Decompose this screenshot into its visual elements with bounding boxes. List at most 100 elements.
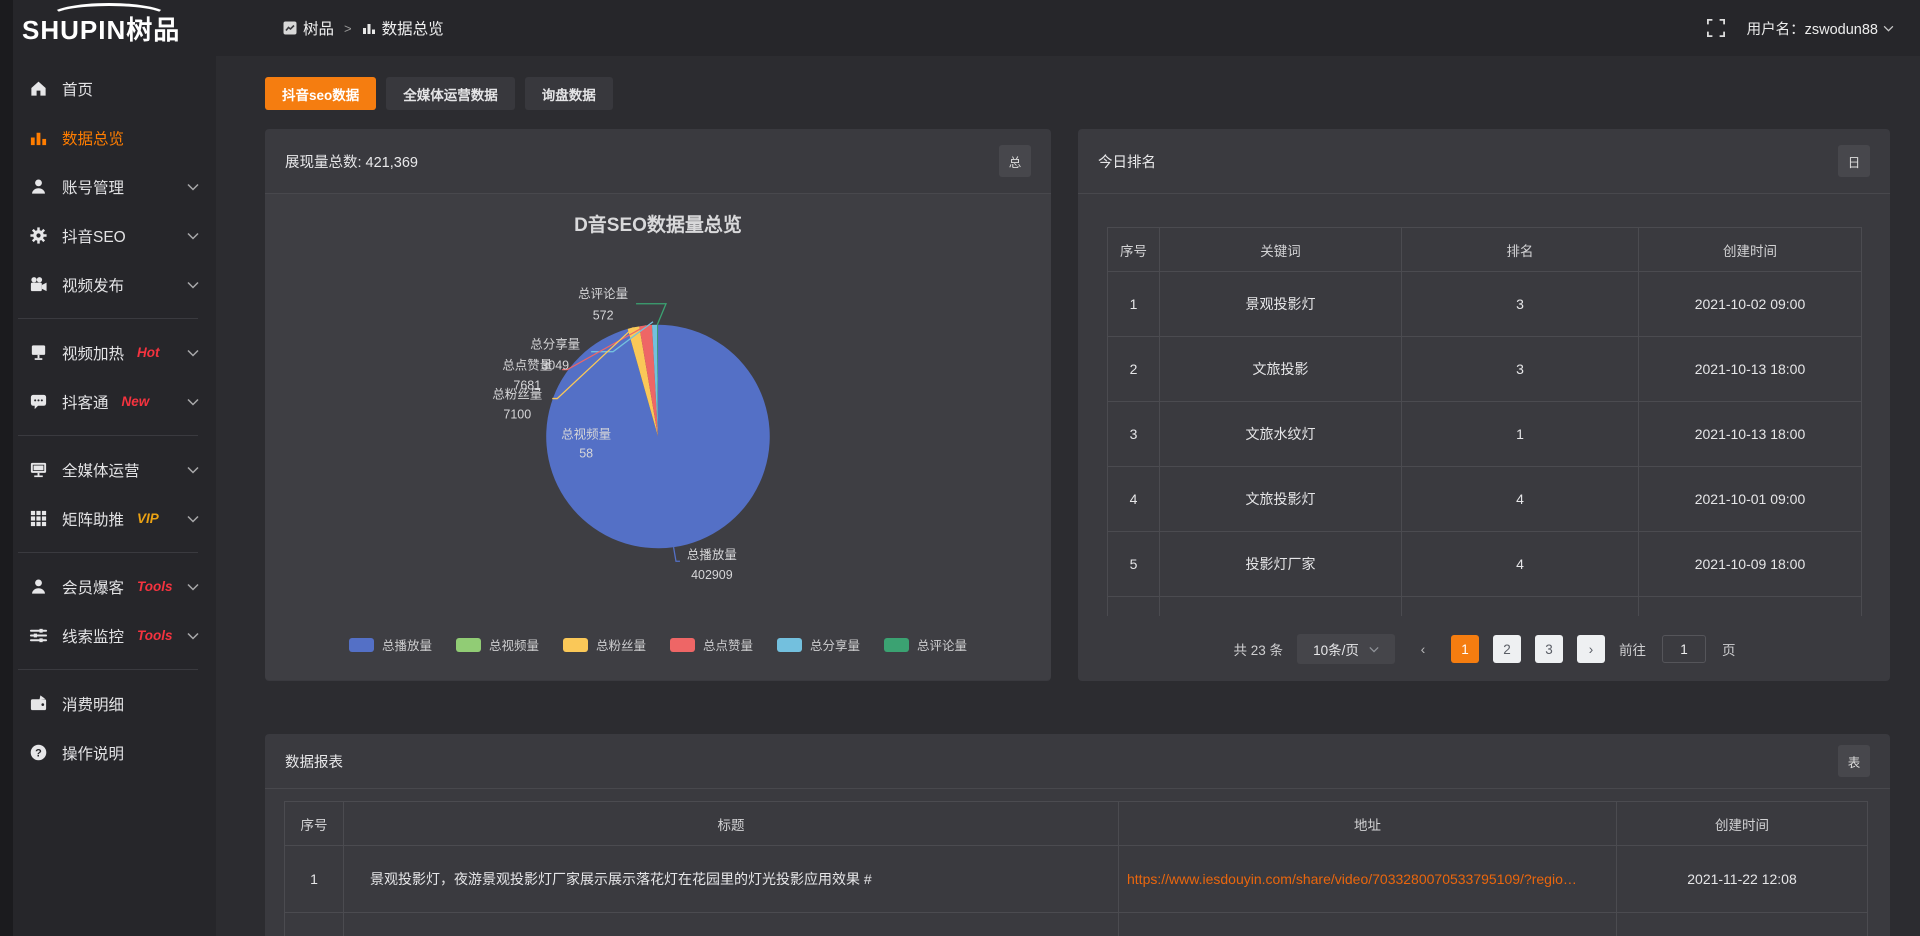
tools-badge: Tools [137,579,173,594]
pie-label-shares: 总分享量 [530,337,580,352]
next-page-button[interactable]: › [1577,635,1605,663]
sidebar-item-label: 账号管理 [62,176,124,198]
app-header: SHUPIN树品 树品 > 数据总览 用户名：zswodun88 [0,0,1920,56]
breadcrumb-separator: > [344,21,352,36]
sidebar-item-data-overview[interactable]: 数据总览 [0,113,216,162]
sidebar-item-doukuotong[interactable]: 抖客通 New [0,377,216,426]
logo-text: SHUPIN树品 [22,10,180,47]
table-toggle-button[interactable]: 表 [1838,745,1870,777]
chevron-down-icon [187,349,199,357]
cell-rank: 3 [1402,272,1639,337]
sidebar-item-label: 操作说明 [62,742,124,764]
col-created: 创建时间 [1639,228,1862,272]
tools-badge: Tools [137,628,173,643]
logo-arc [50,3,168,29]
legend-label: 总分享量 [810,635,860,654]
rank-table: 序号 关键词 排名 创建时间 1 景观投影灯 3 2021-10 [1107,227,1862,616]
report-panel-title: 数据报表 [285,751,343,772]
cell-keyword: 文旅投影 [1160,337,1402,402]
legend-item-comments[interactable]: 总评论量 [884,635,967,654]
new-badge: New [122,394,150,409]
wallet-icon [29,694,48,713]
legend-item-shares[interactable]: 总分享量 [777,635,860,654]
table-row: 3 文旅水纹灯 1 2021-10-13 18:00 [1108,402,1862,467]
cell-rank: 3 [1402,337,1639,402]
cell-keyword: 文旅水纹灯 [1160,402,1402,467]
bar-chart-icon [29,128,48,147]
pie-label-plays: 总播放量 [687,547,737,562]
sidebar-item-label: 消费明细 [62,693,124,715]
sidebar-item-video-publish[interactable]: 视频发布 [0,260,216,309]
pie-value-fans: 7100 [503,408,531,422]
sidebar-item-account[interactable]: 账号管理 [0,162,216,211]
user-menu[interactable]: 用户名：zswodun88 [1747,18,1894,39]
legend-item-fans[interactable]: 总粉丝量 [563,635,646,654]
sidebar-item-label: 抖客通 [62,391,109,413]
sidebar-item-matrix-boost[interactable]: 矩阵助推 VIP [0,494,216,543]
legend-item-likes[interactable]: 总点赞量 [670,635,753,654]
window-edge [0,0,13,936]
tab-douyin-seo-data[interactable]: 抖音seo数据 [265,77,376,110]
sidebar-item-help[interactable]: ? 操作说明 [0,728,216,777]
page-button-3[interactable]: 3 [1535,635,1563,663]
tab-inquiry-data[interactable]: 询盘数据 [525,77,613,110]
legend-item-plays[interactable]: 总播放量 [349,635,432,654]
sidebar-item-label: 视频加热 [62,342,124,364]
cell-keyword: 投影灯厂家 [1160,532,1402,597]
bar-chart-icon [362,21,376,35]
sidebar-item-douyin-seo[interactable]: 抖音SEO [0,211,216,260]
logo: SHUPIN树品 [0,10,216,47]
user-icon [29,577,48,596]
legend-label: 总粉丝量 [596,635,646,654]
breadcrumb-item-overview[interactable]: 数据总览 [362,17,444,39]
cell-title: 景观投影灯，夜游景观投影灯厂家展示展示落花灯在花园里的灯光投影应用效果 # [344,846,1119,913]
sidebar-item-all-media[interactable]: 全媒体运营 [0,445,216,494]
table-row: 1 景观投影灯，夜游景观投影灯厂家展示展示落花灯在花园里的灯光投影应用效果 # … [285,846,1868,913]
fullscreen-icon[interactable] [1707,19,1725,37]
cell-created: 2021-10-01 09:00 [1639,467,1862,532]
legend-item-videos[interactable]: 总视频量 [456,635,539,654]
page-button-1[interactable]: 1 [1451,635,1479,663]
chat-bubble-icon [29,392,48,411]
breadcrumb: 树品 > 数据总览 [283,17,444,39]
chevron-down-icon [187,398,199,406]
sidebar-item-spend-detail[interactable]: 消费明细 [0,679,216,728]
cell-index: 4 [1108,467,1160,532]
cell-url [1119,913,1617,936]
sidebar-item-label: 抖音SEO [62,225,126,247]
pagination: 共 23 条 10条/页 ‹ 1 2 3 › 前往 1 页 [1107,634,1862,664]
breadcrumb-item-home[interactable]: 树品 [283,17,334,39]
sidebar-item-home[interactable]: 首页 [0,64,216,113]
cell-created: 2021-10-02 09:00 [1639,272,1862,337]
legend-swatch [456,638,481,652]
table-row: 4 文旅投影灯 4 2021-10-01 09:00 [1108,467,1862,532]
day-toggle-button[interactable]: 日 [1838,145,1870,177]
sidebar-divider [18,318,198,319]
prev-page-button[interactable]: ‹ [1409,635,1437,663]
chart-legend: 总播放量 总视频量 总粉丝量 总点赞量 [265,635,1051,654]
sidebar-item-label: 会员爆客 [62,576,124,598]
sidebar: 首页 数据总览 账号管理 抖音SEO [0,56,216,936]
goto-page-input[interactable]: 1 [1662,635,1706,663]
cell-created: 2021-10-09 18:00 [1639,532,1862,597]
movie-camera-icon [29,275,48,294]
col-rank: 排名 [1402,228,1639,272]
chevron-down-icon [187,466,199,474]
cell-index: 3 [1108,402,1160,467]
cell-created [1617,913,1868,936]
tab-all-media-data[interactable]: 全媒体运营数据 [386,77,515,110]
sidebar-item-lead-monitor[interactable]: 线索监控 Tools [0,611,216,660]
pie-value-plays: 402909 [691,568,733,582]
cell-created [1639,597,1862,617]
total-toggle-button[interactable]: 总 [999,145,1031,177]
video-link[interactable]: https://www.iesdouyin.com/share/video/70… [1127,871,1577,887]
today-rank-panel: 今日排名 日 序号 关键词 排名 创建时间 [1078,129,1890,681]
chevron-down-icon [187,232,199,240]
sidebar-item-member-burst[interactable]: 会员爆客 Tools [0,562,216,611]
page-button-2[interactable]: 2 [1493,635,1521,663]
display-board-icon [29,343,48,362]
username-label: 用户名：zswodun88 [1747,18,1878,39]
sidebar-item-video-heat[interactable]: 视频加热 Hot [0,328,216,377]
page-size-select[interactable]: 10条/页 [1297,634,1395,664]
sidebar-item-label: 矩阵助推 [62,508,124,530]
